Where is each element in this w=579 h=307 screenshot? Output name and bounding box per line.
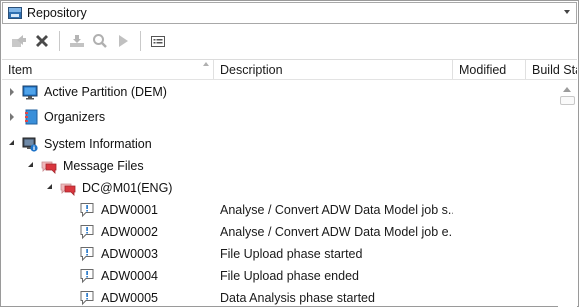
collapse-arrow-icon[interactable] [47,184,52,189]
toolbar-separator [59,31,60,51]
tree-item-label: ADW0004 [101,269,158,283]
tree-item-cell: ADW0003 [2,243,214,265]
open-button[interactable] [8,30,30,52]
properties-list-icon [151,36,165,47]
expand-arrow-icon[interactable] [10,88,14,96]
column-header-build-status[interactable]: Build Sta [526,60,577,79]
message-icon [80,269,94,284]
import-download-icon [70,35,84,47]
play-icon [119,35,128,47]
tree-item-label: ADW0003 [101,247,158,261]
message-icon [80,225,94,240]
repository-tree: Active Partition (DEM) Organizers System… [2,81,557,307]
tree-item-cell: ADW0005 [2,287,214,307]
column-header: Item Description Modified Build Sta [2,59,577,80]
tree-row[interactable]: ADW0003 File Upload phase started [2,243,557,265]
system-info-icon [22,137,38,152]
column-header-item[interactable]: Item [2,60,214,79]
column-header-description-label: Description [220,62,283,77]
tree-item-description: Data Analysis phase started [220,291,375,305]
tree-item-cell: Active Partition (DEM) [2,81,214,103]
organizer-book-icon [25,109,38,125]
tree-item-label: Message Files [63,159,144,173]
message-icon [80,291,94,306]
open-arrow-icon [12,35,26,47]
toolbar-separator [140,31,141,51]
search-button[interactable] [89,30,111,52]
tree-item-cell: Message Files [2,155,214,177]
message-icon [80,247,94,262]
tree-item-cell: Organizers [2,106,214,128]
tree-row[interactable]: ADW0002 Analyse / Convert ADW Data Model… [2,221,557,243]
toolbar [2,27,577,55]
tree-item-description: File Upload phase ended [220,269,359,283]
tree-item-label: ADW0005 [101,291,158,305]
tree-item-description: File Upload phase started [220,247,363,261]
tree-item-label: System Information [44,137,152,151]
search-icon [93,34,107,48]
collapse-arrow-icon[interactable] [9,140,14,145]
tree-row[interactable]: ADW0004 File Upload phase ended [2,265,557,287]
delete-button[interactable] [31,30,53,52]
repository-window: Repository Item Description Modified Bui… [0,0,579,307]
tree-item-description: Analyse / Convert ADW Data Model job s..… [220,203,453,217]
column-header-build-status-label: Build Sta [532,62,577,77]
repository-app-icon [8,7,22,19]
column-header-modified[interactable]: Modified [453,60,526,79]
vertical-scrollbar[interactable] [558,81,577,307]
tree-item-label: ADW0001 [101,203,158,217]
tree-item-cell: ADW0002 [2,221,214,243]
tree-item-cell: ADW0004 [2,265,214,287]
column-header-item-label: Item [8,62,33,77]
tree-row[interactable]: Message Files [2,155,557,177]
tree-item-label: ADW0002 [101,225,158,239]
repository-selector[interactable]: Repository [2,2,577,24]
scrollbar-thumb[interactable] [560,96,575,105]
window-title: Repository [27,6,87,20]
tree-item-label: Active Partition (DEM) [44,85,167,99]
scroll-up-arrow-icon[interactable] [563,87,571,92]
tree-item-cell: DC@M01(ENG) [2,177,214,199]
collapse-arrow-icon[interactable] [28,162,33,167]
column-header-modified-label: Modified [459,62,507,77]
tree-item-description: Analyse / Convert ADW Data Model job e..… [220,225,453,239]
column-header-description[interactable]: Description [214,60,453,79]
tree-item-label: Organizers [44,110,106,124]
tree-item-cell: System Information [2,133,214,155]
message-files-icon [41,161,57,174]
tree-item-label: DC@M01(ENG) [82,181,173,195]
properties-button[interactable] [147,30,169,52]
message-files-icon [60,183,76,196]
tree-row[interactable]: ADW0001 Analyse / Convert ADW Data Model… [2,199,557,221]
sort-ascending-icon [203,62,209,66]
tree-row[interactable]: DC@M01(ENG) [2,177,557,199]
message-icon [80,203,94,218]
run-button[interactable] [112,30,134,52]
tree-row[interactable]: Active Partition (DEM) [2,81,557,103]
tree-row[interactable]: ADW0005 Data Analysis phase started [2,287,557,307]
tree-item-cell: ADW0001 [2,199,214,221]
monitor-icon [22,85,38,100]
delete-x-icon [36,35,48,47]
tree-row[interactable]: Organizers [2,106,557,128]
expand-arrow-icon[interactable] [10,113,14,121]
import-button[interactable] [66,30,88,52]
tree-row[interactable]: System Information [2,133,557,155]
chevron-down-icon[interactable] [564,10,570,14]
